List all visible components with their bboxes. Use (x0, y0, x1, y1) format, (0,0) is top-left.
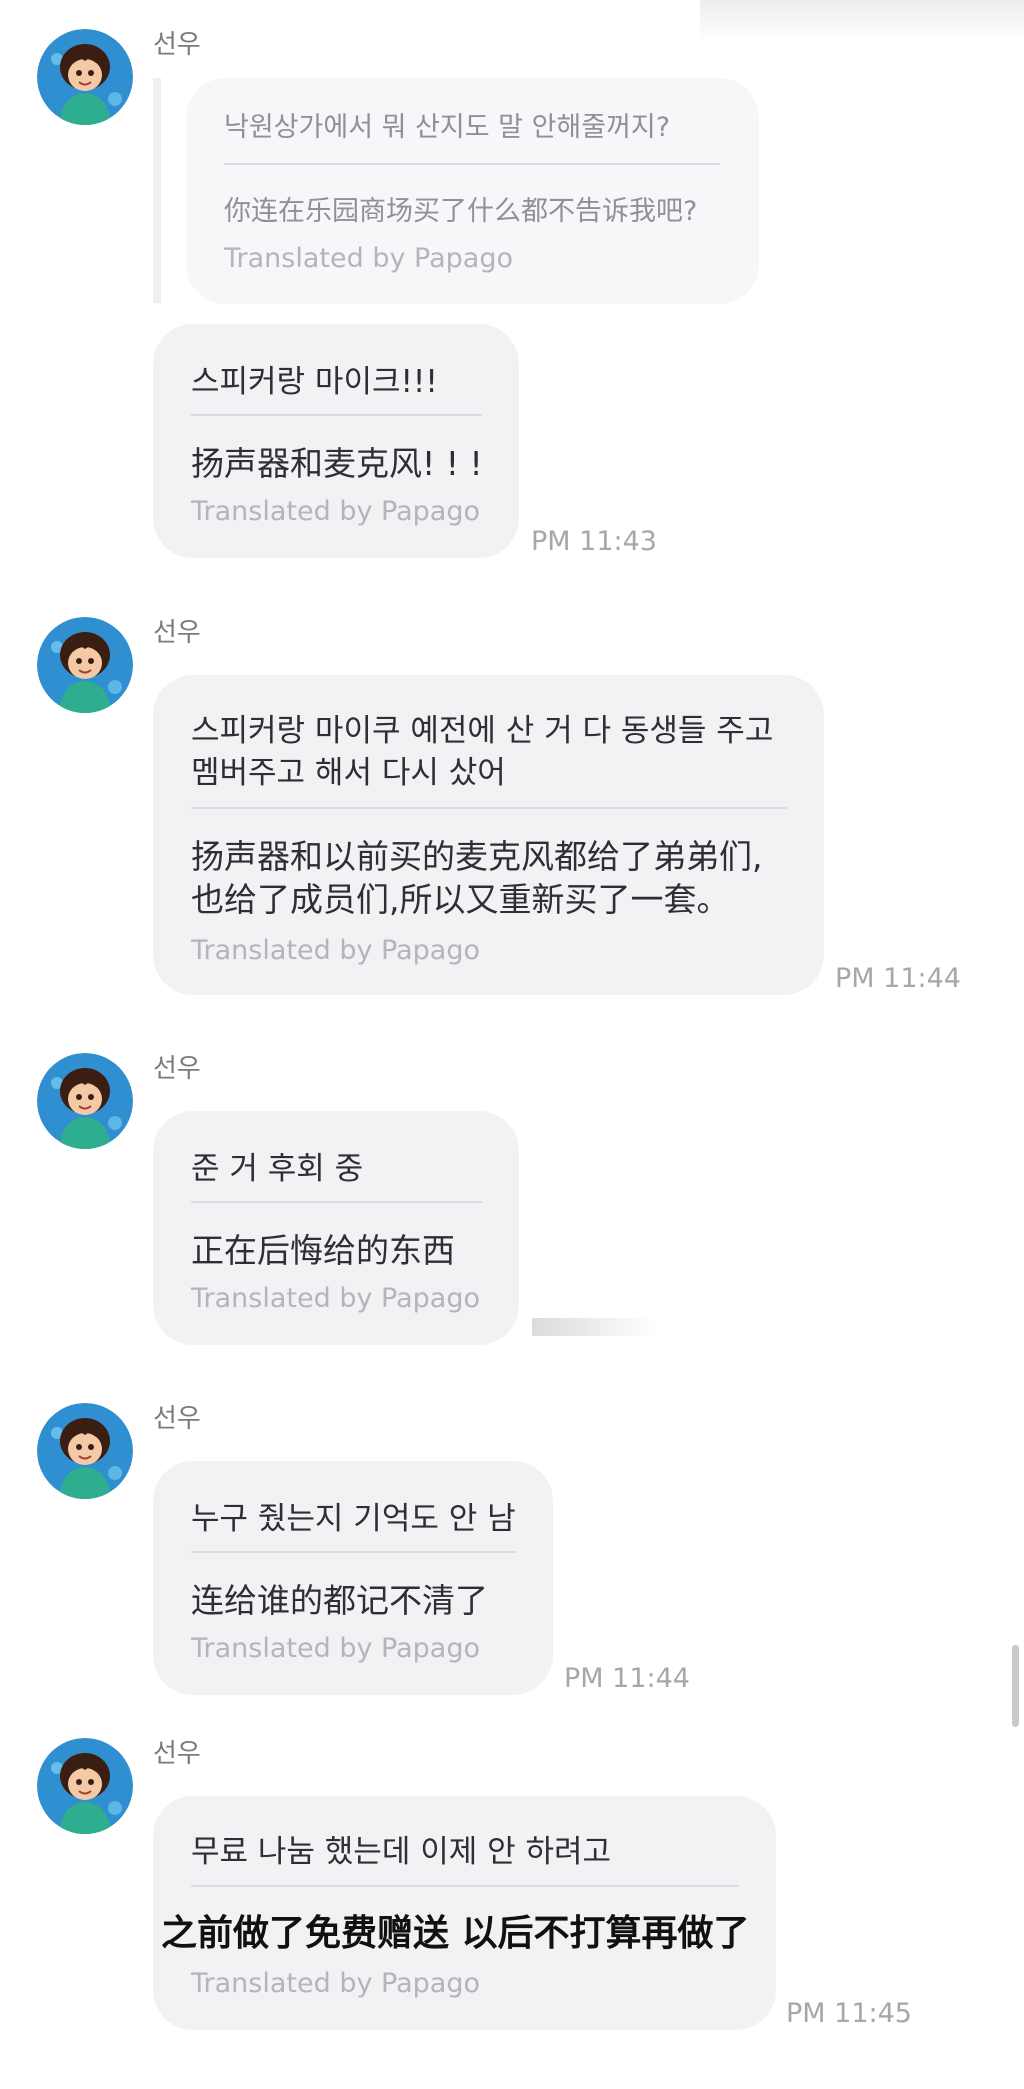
message-korean-text: 스피커랑 마이크!!! (191, 364, 438, 400)
translation-credit: Translated by Papago (191, 1283, 480, 1314)
message-korean-text: 누구 줬는지 기억도 안 남 (191, 1501, 516, 1537)
cartoon-girl-avatar-icon (37, 1738, 133, 1834)
message-chinese-text: 扬声器和麦克风! ! ! (191, 444, 483, 483)
sender-name: 선우 (153, 1404, 201, 1434)
message-korean-text: 무료 나눔 했는데 이제 안 하려고 (191, 1834, 612, 1870)
scrollbar[interactable] (1012, 1645, 1019, 1727)
message-bubble[interactable]: 스피커랑 마이쿠 예전에 산 거 다 동생들 주고 멤버주고 해서 다시 샀어 … (153, 675, 824, 995)
message-timestamp: PM 11:45 (786, 1998, 912, 2029)
message-bubble[interactable]: 스피커랑 마이크!!! 扬声器和麦克风! ! ! Translated by P… (153, 324, 519, 558)
translation-credit: Translated by Papago (191, 935, 480, 966)
sender-name: 선우 (153, 30, 201, 60)
cartoon-girl-avatar-icon (37, 617, 133, 713)
message-korean-text: 스피커랑 마이쿠 예전에 산 거 다 동생들 주고 (191, 713, 774, 749)
translation-divider (224, 163, 720, 165)
cartoon-girl-avatar-icon (37, 29, 133, 125)
sender-name: 선우 (153, 618, 201, 648)
translation-divider (191, 1885, 739, 1887)
message-korean-text: 준 거 후회 중 (191, 1151, 364, 1187)
sender-avatar[interactable] (37, 1053, 133, 1149)
top-shadow (700, 0, 1024, 40)
translation-credit: Translated by Papago (191, 1633, 480, 1664)
message-korean-text: 멤버주고 해서 다시 샀어 (191, 755, 506, 791)
translation-credit: Translated by Papago (224, 243, 513, 274)
message-bubble[interactable]: 무료 나눔 했는데 이제 안 하려고 之前做了免费赠送 以后不打算再做了 Tra… (153, 1796, 776, 2030)
message-timestamp-faded (532, 1318, 657, 1336)
quoted-chinese-text: 你连在乐园商场买了什么都不告诉我吧? (224, 196, 698, 227)
sender-name: 선우 (153, 1739, 201, 1769)
message-timestamp: PM 11:43 (531, 526, 657, 557)
translation-credit: Translated by Papago (191, 496, 480, 527)
reply-quote-bar (153, 78, 161, 303)
cartoon-girl-avatar-icon (37, 1053, 133, 1149)
quoted-message-bubble[interactable]: 낙원상가에서 뭐 산지도 말 안해줄꺼지? 你连在乐园商场买了什么都不告诉我吧?… (186, 78, 759, 304)
message-chinese-text: 正在后悔给的东西 (191, 1231, 455, 1270)
sender-name: 선우 (153, 1054, 201, 1084)
sender-avatar[interactable] (37, 29, 133, 125)
translation-divider (191, 414, 482, 416)
message-chinese-text: 扬声器和以前买的麦克风都给了弟弟们, (191, 837, 763, 876)
message-bubble[interactable]: 누구 줬는지 기억도 안 남 连给谁的都记不清了 Translated by P… (153, 1461, 553, 1695)
translation-divider (191, 1551, 516, 1553)
message-timestamp: PM 11:44 (564, 1663, 690, 1694)
message-timestamp: PM 11:44 (835, 963, 961, 994)
message-chinese-text: 连给谁的都记不清了 (191, 1581, 488, 1620)
quoted-korean-text: 낙원상가에서 뭐 산지도 말 안해줄꺼지? (224, 112, 671, 143)
message-chinese-text: 也给了成员们,所以又重新买了一套。 (191, 880, 730, 919)
message-chinese-text: 之前做了免费赠送 以后不打算再做了 (161, 1913, 750, 1954)
sender-avatar[interactable] (37, 1738, 133, 1834)
translation-credit: Translated by Papago (191, 1968, 480, 1999)
translation-divider (191, 1201, 482, 1203)
translation-divider (191, 807, 787, 809)
message-bubble[interactable]: 준 거 후회 중 正在后悔给的东西 Translated by Papago (153, 1111, 519, 1345)
cartoon-girl-avatar-icon (37, 1403, 133, 1499)
sender-avatar[interactable] (37, 617, 133, 713)
sender-avatar[interactable] (37, 1403, 133, 1499)
